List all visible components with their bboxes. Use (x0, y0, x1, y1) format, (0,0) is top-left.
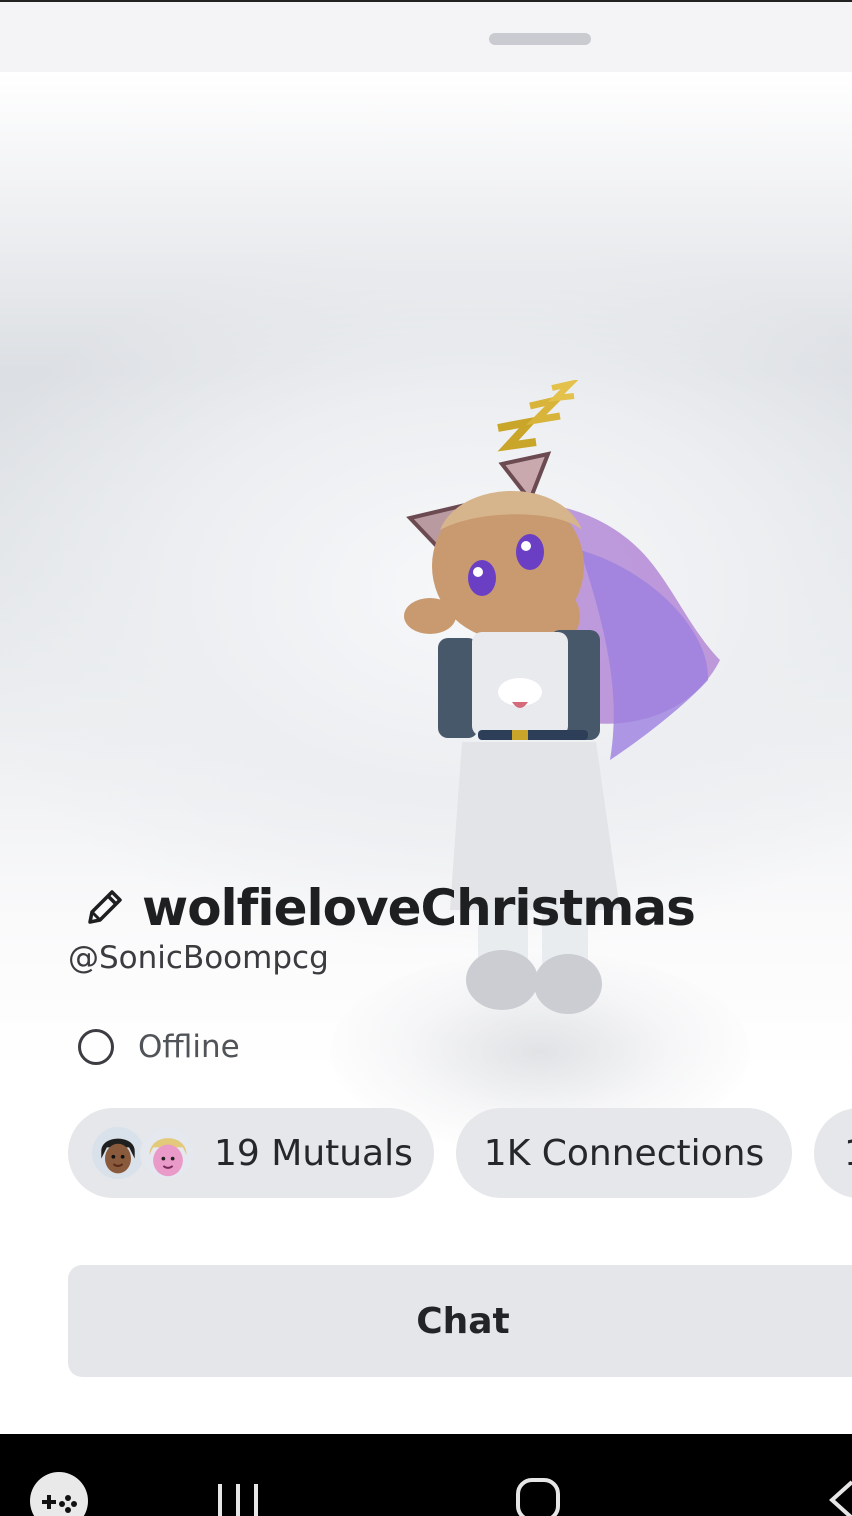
gamepad-icon[interactable] (30, 1472, 88, 1516)
mutual-avatar-2 (140, 1125, 196, 1181)
back-icon[interactable] (826, 1478, 852, 1516)
status-text: Offline (138, 1029, 240, 1065)
system-nav-bar (0, 1434, 852, 1516)
chat-button[interactable]: Chat (68, 1265, 852, 1377)
presence-status: Offline (78, 1024, 240, 1070)
chat-button-label: Chat (416, 1300, 510, 1342)
home-icon[interactable] (516, 1478, 560, 1516)
display-name: wolfieloveChristmas (142, 879, 696, 937)
mutuals-chip[interactable]: 19 Mutuals (68, 1108, 434, 1198)
drag-handle[interactable] (489, 33, 591, 45)
partial-chip-label: 1 (814, 1133, 852, 1174)
username: @SonicBoompcg (68, 940, 329, 976)
mutual-avatar-1 (90, 1125, 146, 1181)
partial-chip[interactable]: 1 (814, 1108, 852, 1198)
display-name-row: wolfieloveChristmas (80, 872, 696, 944)
profile-screen: wolfieloveChristmas @SonicBoompcg Offlin… (0, 0, 852, 1516)
pencil-icon[interactable] (80, 884, 128, 932)
mutual-avatars (90, 1125, 202, 1181)
mutuals-label: 19 Mutuals (214, 1132, 413, 1174)
connections-label: 1K Connections (483, 1132, 765, 1174)
connections-chip[interactable]: 1K Connections (456, 1108, 792, 1198)
offline-ring-icon (78, 1029, 114, 1065)
recents-icon[interactable] (216, 1480, 260, 1516)
sheet-header (0, 2, 852, 72)
avatar-image (404, 380, 720, 1014)
